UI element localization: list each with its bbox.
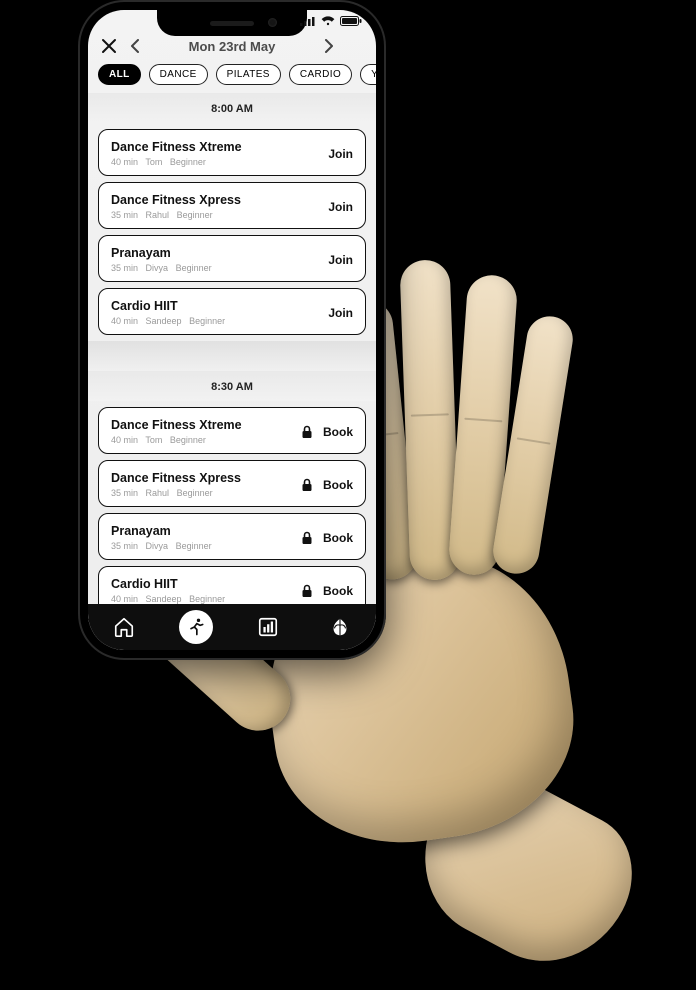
class-meta: 40 minTomBeginner <box>111 157 318 167</box>
book-button[interactable]: Book <box>323 584 353 598</box>
class-name: Dance Fitness Xtreme <box>111 140 318 154</box>
class-card[interactable]: Dance Fitness Xpress 35 minRahulBeginner… <box>98 460 366 507</box>
filter-chip-all[interactable]: ALL <box>98 64 141 85</box>
class-meta: 35 minRahulBeginner <box>111 210 318 220</box>
class-name: Pranayam <box>111 524 291 538</box>
join-button[interactable]: Join <box>328 200 353 214</box>
class-meta: 35 minDivyaBeginner <box>111 263 318 273</box>
class-card[interactable]: Pranayam 35 minDivyaBeginner Join <box>98 235 366 282</box>
join-button[interactable]: Join <box>328 306 353 320</box>
phone-screen: Mon 23rd May ALL DANCE PILATES CARDIO YO… <box>88 10 376 650</box>
header: Mon 23rd May <box>88 32 376 60</box>
chevron-left-icon <box>129 39 141 53</box>
bottom-tabbar <box>88 604 376 650</box>
class-meta: 40 minSandeepBeginner <box>111 316 318 326</box>
lock-icon <box>301 531 313 545</box>
class-meta: 40 minTomBeginner <box>111 435 291 445</box>
class-card[interactable]: Dance Fitness Xtreme 40 minTomBeginner J… <box>98 129 366 176</box>
class-card[interactable]: Dance Fitness Xtreme 40 minTomBeginner B… <box>98 407 366 454</box>
chevron-right-icon <box>323 39 335 53</box>
lock-icon <box>301 478 313 492</box>
join-button[interactable]: Join <box>328 147 353 161</box>
book-button[interactable]: Book <box>323 425 353 439</box>
book-button[interactable]: Book <box>323 478 353 492</box>
filter-chip-dance[interactable]: DANCE <box>149 64 208 85</box>
battery-icon <box>340 16 362 26</box>
class-meta: 35 minRahulBeginner <box>111 488 291 498</box>
class-name: Dance Fitness Xtreme <box>111 418 291 432</box>
filter-row: ALL DANCE PILATES CARDIO YOGA <box>88 60 376 93</box>
tab-workout[interactable] <box>179 610 213 644</box>
tab-stats[interactable] <box>251 610 285 644</box>
class-meta: 35 minDivyaBeginner <box>111 541 291 551</box>
status-bar <box>300 16 362 26</box>
join-button[interactable]: Join <box>328 253 353 267</box>
tab-home[interactable] <box>107 610 141 644</box>
class-list[interactable]: 8:00 AM Dance Fitness Xtreme 40 minTomBe… <box>88 93 376 604</box>
class-name: Dance Fitness Xpress <box>111 193 318 207</box>
filter-chip-cardio[interactable]: CARDIO <box>289 64 352 85</box>
class-card[interactable]: Dance Fitness Xpress 35 minRahulBeginner… <box>98 182 366 229</box>
lock-icon <box>301 584 313 598</box>
book-button[interactable]: Book <box>323 531 353 545</box>
phone-notch <box>157 10 307 36</box>
class-card[interactable]: Cardio HIIT 40 minSandeepBeginner Join <box>98 288 366 335</box>
class-meta: 40 minSandeepBeginner <box>111 594 291 604</box>
section-time: 8:00 AM <box>88 93 376 123</box>
filter-chip-yoga[interactable]: YOGA <box>360 64 376 85</box>
stats-icon <box>257 616 279 638</box>
wifi-icon <box>321 16 335 26</box>
lock-icon <box>301 425 313 439</box>
signal-icon <box>300 16 316 26</box>
class-name: Dance Fitness Xpress <box>111 471 291 485</box>
close-button[interactable] <box>96 33 122 59</box>
tab-wellness[interactable] <box>323 610 357 644</box>
class-card[interactable]: Pranayam 35 minDivyaBeginner Book <box>98 513 366 560</box>
date-label: Mon 23rd May <box>148 39 316 54</box>
class-card[interactable]: Cardio HIIT 40 minSandeepBeginner Book <box>98 566 366 604</box>
phone-frame: Mon 23rd May ALL DANCE PILATES CARDIO YO… <box>78 0 386 660</box>
home-icon <box>113 616 135 638</box>
section-spacer <box>88 341 376 371</box>
class-name: Cardio HIIT <box>111 577 291 591</box>
next-day-button[interactable] <box>316 33 342 59</box>
prev-day-button[interactable] <box>122 33 148 59</box>
run-icon <box>186 617 206 637</box>
leaf-icon <box>329 616 351 638</box>
section-time: 8:30 AM <box>88 371 376 401</box>
class-name: Cardio HIIT <box>111 299 318 313</box>
class-name: Pranayam <box>111 246 318 260</box>
filter-chip-pilates[interactable]: PILATES <box>216 64 281 85</box>
close-icon <box>101 38 117 54</box>
